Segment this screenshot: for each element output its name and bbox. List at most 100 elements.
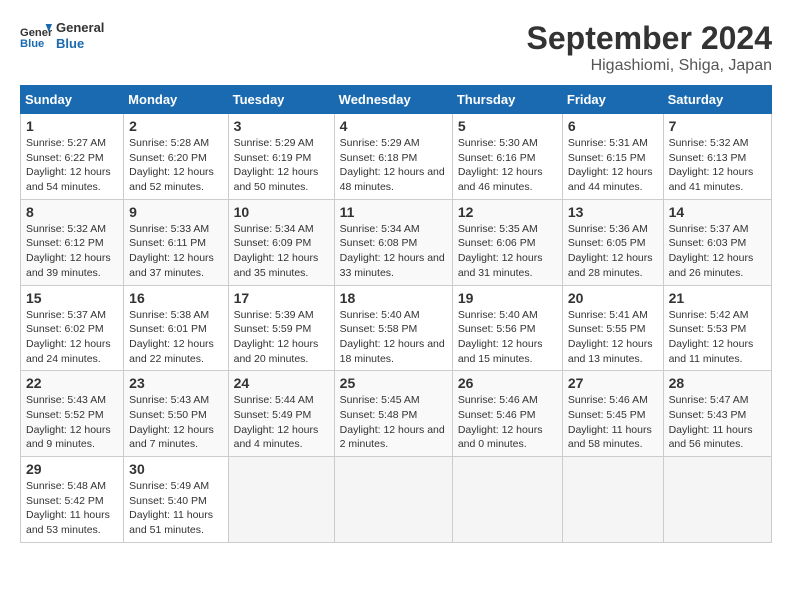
day-number: 6 [568,118,658,134]
location-title: Higashiomi, Shiga, Japan [527,57,772,75]
day-info: Sunrise: 5:39 AMSunset: 5:59 PMDaylight:… [234,308,329,367]
calendar-cell: 9 Sunrise: 5:33 AMSunset: 6:11 PMDaylight… [124,199,228,285]
calendar-cell: 24Sunrise: 5:44 AMSunset: 5:49 PMDayligh… [228,371,334,457]
day-info: Sunrise: 5:42 AMSunset: 5:53 PMDaylight:… [669,308,766,367]
calendar-cell: 18 Sunrise: 5:40 AMSunset: 5:58 PMDayligh… [334,285,452,371]
day-info: Sunrise: 5:34 AMSunset: 6:08 PMDaylight:… [340,222,447,281]
header-cell-tuesday: Tuesday [228,86,334,114]
calendar-cell: 8Sunrise: 5:32 AMSunset: 6:12 PMDaylight… [21,199,124,285]
day-info: Sunrise: 5:46 AMSunset: 5:46 PMDaylight:… [458,393,557,452]
calendar-cell [228,457,334,543]
day-info: Sunrise: 5:29 AMSunset: 6:19 PMDaylight:… [234,136,329,195]
calendar-cell: 28 Sunrise: 5:47 AMSunset: 5:43 PMDayligh… [663,371,771,457]
day-info: Sunrise: 5:37 AMSunset: 6:03 PMDaylight:… [669,222,766,281]
day-info: Sunrise: 5:48 AMSunset: 5:42 PMDaylight:… [26,479,118,538]
day-info: Sunrise: 5:43 AMSunset: 5:50 PMDaylight:… [129,393,222,452]
calendar-cell: 10 Sunrise: 5:34 AMSunset: 6:09 PMDayligh… [228,199,334,285]
day-number: 26 [458,375,557,391]
day-info: Sunrise: 5:28 AMSunset: 6:20 PMDaylight:… [129,136,222,195]
day-info: Sunrise: 5:37 AMSunset: 6:02 PMDaylight:… [26,308,118,367]
day-info: Sunrise: 5:46 AMSunset: 5:45 PMDaylight:… [568,393,658,452]
day-number: 15 [26,290,118,306]
day-number: 18 [340,290,447,306]
header-cell-monday: Monday [124,86,228,114]
day-info: Sunrise: 5:32 AMSunset: 6:12 PMDaylight:… [26,222,118,281]
day-number: 16 [129,290,222,306]
calendar-cell: 3 Sunrise: 5:29 AMSunset: 6:19 PMDaylight… [228,114,334,200]
day-info: Sunrise: 5:41 AMSunset: 5:55 PMDaylight:… [568,308,658,367]
calendar-cell [334,457,452,543]
calendar-cell: 23 Sunrise: 5:43 AMSunset: 5:50 PMDayligh… [124,371,228,457]
svg-text:General: General [20,27,52,39]
day-info: Sunrise: 5:40 AMSunset: 5:56 PMDaylight:… [458,308,557,367]
day-number: 14 [669,204,766,220]
calendar-cell: 14 Sunrise: 5:37 AMSunset: 6:03 PMDayligh… [663,199,771,285]
day-number: 4 [340,118,447,134]
header-cell-thursday: Thursday [452,86,562,114]
day-number: 22 [26,375,118,391]
day-number: 21 [669,290,766,306]
header-cell-saturday: Saturday [663,86,771,114]
calendar-header-row: SundayMondayTuesdayWednesdayThursdayFrid… [21,86,772,114]
day-info: Sunrise: 5:35 AMSunset: 6:06 PMDaylight:… [458,222,557,281]
day-number: 9 [129,204,222,220]
day-number: 2 [129,118,222,134]
day-number: 3 [234,118,329,134]
day-number: 29 [26,461,118,477]
calendar-cell: 13 Sunrise: 5:36 AMSunset: 6:05 PMDayligh… [562,199,663,285]
calendar-cell: 27 Sunrise: 5:46 AMSunset: 5:45 PMDayligh… [562,371,663,457]
day-info: Sunrise: 5:33 AMSunset: 6:11 PMDaylight:… [129,222,222,281]
day-number: 25 [340,375,447,391]
calendar-cell: 17 Sunrise: 5:39 AMSunset: 5:59 PMDayligh… [228,285,334,371]
logo-icon: General Blue [20,20,52,52]
calendar-cell: 11 Sunrise: 5:34 AMSunset: 6:08 PMDayligh… [334,199,452,285]
calendar-cell: 20 Sunrise: 5:41 AMSunset: 5:55 PMDayligh… [562,285,663,371]
day-number: 10 [234,204,329,220]
calendar-cell [663,457,771,543]
day-number: 30 [129,461,222,477]
day-info: Sunrise: 5:32 AMSunset: 6:13 PMDaylight:… [669,136,766,195]
title-area: September 2024 Higashiomi, Shiga, Japan [527,20,772,75]
day-info: Sunrise: 5:45 AMSunset: 5:48 PMDaylight:… [340,393,447,452]
logo-line1: General [56,20,104,36]
header-cell-sunday: Sunday [21,86,124,114]
calendar-week-2: 8Sunrise: 5:32 AMSunset: 6:12 PMDaylight… [21,199,772,285]
header-cell-wednesday: Wednesday [334,86,452,114]
day-number: 5 [458,118,557,134]
calendar-cell: 25 Sunrise: 5:45 AMSunset: 5:48 PMDayligh… [334,371,452,457]
day-number: 7 [669,118,766,134]
calendar-cell: 12 Sunrise: 5:35 AMSunset: 6:06 PMDayligh… [452,199,562,285]
day-info: Sunrise: 5:38 AMSunset: 6:01 PMDaylight:… [129,308,222,367]
calendar-body: 1Sunrise: 5:27 AMSunset: 6:22 PMDaylight… [21,114,772,543]
day-number: 12 [458,204,557,220]
day-info: Sunrise: 5:34 AMSunset: 6:09 PMDaylight:… [234,222,329,281]
calendar-table: SundayMondayTuesdayWednesdayThursdayFrid… [20,85,772,543]
calendar-cell: 26 Sunrise: 5:46 AMSunset: 5:46 PMDayligh… [452,371,562,457]
day-info: Sunrise: 5:27 AMSunset: 6:22 PMDaylight:… [26,136,118,195]
day-info: Sunrise: 5:49 AMSunset: 5:40 PMDaylight:… [129,479,222,538]
calendar-cell: 7 Sunrise: 5:32 AMSunset: 6:13 PMDaylight… [663,114,771,200]
day-info: Sunrise: 5:44 AMSunset: 5:49 PMDaylight:… [234,393,329,452]
day-number: 27 [568,375,658,391]
day-number: 13 [568,204,658,220]
day-number: 17 [234,290,329,306]
calendar-cell: 15 Sunrise: 5:37 AMSunset: 6:02 PMDayligh… [21,285,124,371]
day-info: Sunrise: 5:43 AMSunset: 5:52 PMDaylight:… [26,393,118,452]
calendar-week-1: 1Sunrise: 5:27 AMSunset: 6:22 PMDaylight… [21,114,772,200]
calendar-cell: 6Sunrise: 5:31 AMSunset: 6:15 PMDaylight… [562,114,663,200]
day-number: 28 [669,375,766,391]
day-number: 11 [340,204,447,220]
calendar-cell: 19Sunrise: 5:40 AMSunset: 5:56 PMDayligh… [452,285,562,371]
day-number: 23 [129,375,222,391]
logo-line2: Blue [56,36,104,52]
day-number: 20 [568,290,658,306]
logo: General Blue General Blue [20,20,104,52]
day-info: Sunrise: 5:47 AMSunset: 5:43 PMDaylight:… [669,393,766,452]
calendar-week-5: 29 Sunrise: 5:48 AMSunset: 5:42 PMDayligh… [21,457,772,543]
calendar-cell: 4Sunrise: 5:29 AMSunset: 6:18 PMDaylight… [334,114,452,200]
calendar-cell: 30 Sunrise: 5:49 AMSunset: 5:40 PMDayligh… [124,457,228,543]
day-info: Sunrise: 5:36 AMSunset: 6:05 PMDaylight:… [568,222,658,281]
day-info: Sunrise: 5:40 AMSunset: 5:58 PMDaylight:… [340,308,447,367]
calendar-cell: 5Sunrise: 5:30 AMSunset: 6:16 PMDaylight… [452,114,562,200]
calendar-cell: 2 Sunrise: 5:28 AMSunset: 6:20 PMDaylight… [124,114,228,200]
